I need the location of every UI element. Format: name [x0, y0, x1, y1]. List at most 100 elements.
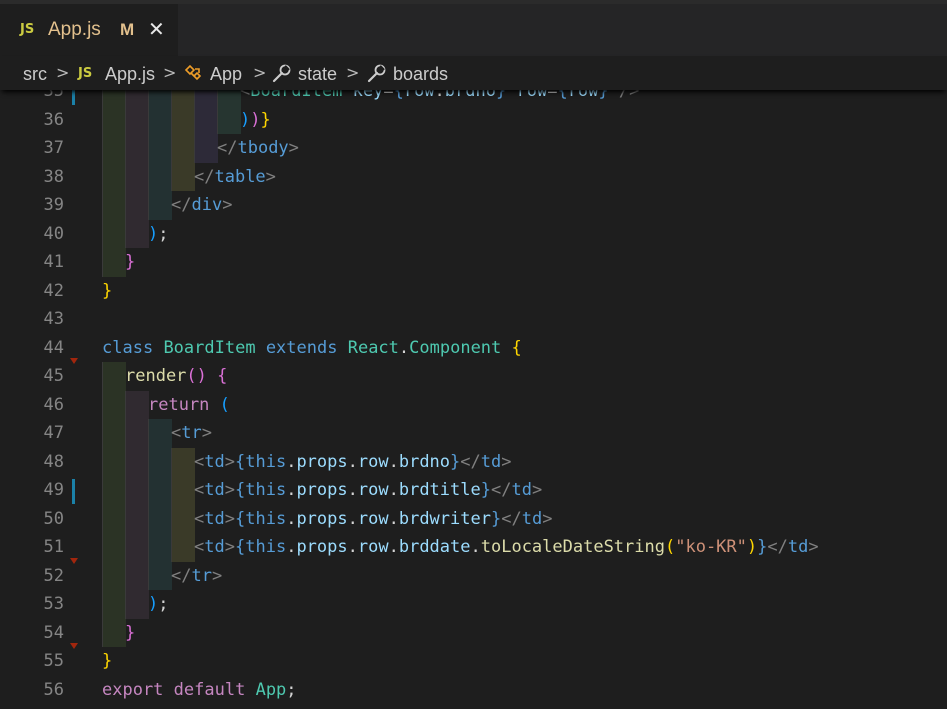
code-line[interactable]: export default App;	[102, 676, 297, 705]
code-token: {	[217, 366, 228, 386]
code-line[interactable]: }	[102, 647, 112, 676]
code-token: td	[787, 537, 809, 557]
code-token: }	[598, 90, 609, 101]
code-token: td	[204, 451, 225, 472]
code-token: )	[746, 537, 758, 557]
code-token: Component	[409, 337, 502, 358]
code-token: </	[501, 508, 522, 529]
code-line[interactable]: class BoardItem extends React.Component …	[102, 334, 522, 363]
code-token: table	[214, 166, 266, 187]
code-token: row	[403, 90, 435, 101]
line-number: 43	[43, 309, 64, 329]
code-token: this	[245, 480, 287, 500]
code-line[interactable]: </table>	[194, 163, 276, 192]
close-tab-icon[interactable]: ✕	[148, 4, 165, 56]
breadcrumb-item-boards[interactable]: boards	[393, 56, 448, 90]
line-number: 39	[43, 195, 64, 215]
code-token: props	[296, 508, 348, 529]
code-token: props	[296, 451, 348, 472]
line-number: 53	[43, 594, 64, 614]
code-line[interactable]: render() {	[125, 362, 227, 391]
tab-app-js[interactable]: JS App.js M ✕	[0, 4, 178, 56]
modified-line-indicator[interactable]	[72, 90, 75, 105]
code-line[interactable]: </div>	[171, 191, 232, 220]
breadcrumb-item-state[interactable]: state	[298, 56, 337, 90]
indent-guide	[125, 90, 149, 248]
breadcrumb-separator: >	[163, 63, 177, 82]
code-token: td	[204, 537, 225, 557]
code-token: )	[148, 223, 159, 244]
code-line[interactable]: }	[125, 248, 135, 277]
code-token: brdtitle	[398, 480, 481, 500]
code-line[interactable]: </tr>	[171, 562, 222, 591]
code-line[interactable]: <td>{this.props.row.brdno}</td>	[194, 448, 512, 477]
code-token: row	[357, 480, 389, 500]
code-token: class	[102, 337, 154, 358]
code-token: brdno	[444, 90, 496, 101]
javascript-file-icon: JS	[20, 22, 35, 37]
indent-guide	[148, 90, 172, 220]
code-token: "ko-KR"	[675, 537, 747, 557]
indent-guide	[217, 90, 241, 134]
deleted-line-indicator[interactable]	[70, 557, 78, 564]
code-token: {	[234, 537, 246, 557]
breadcrumb-item-app[interactable]: App	[210, 56, 242, 90]
code-token: >	[542, 508, 553, 529]
code-token: this	[245, 451, 287, 472]
code-token: }	[480, 480, 491, 500]
code-line[interactable]: <BoardItem key={row.brdno} row={row} />	[240, 90, 639, 106]
code-token: }	[757, 537, 768, 557]
code-token: this	[245, 537, 287, 557]
code-line[interactable]: <td>{this.props.row.brdtitle}</td>	[194, 476, 542, 505]
code-token: .	[388, 537, 399, 557]
code-token: row	[506, 90, 548, 101]
code-token: render	[125, 366, 187, 386]
code-token: extends	[265, 337, 338, 358]
code-token: .	[286, 451, 297, 472]
breadcrumb-item-src[interactable]: src	[23, 56, 47, 90]
code-token: td	[204, 480, 225, 500]
code-token: .	[347, 451, 358, 472]
code-line[interactable]: <td>{this.props.row.brddate.toLocaleDate…	[194, 533, 819, 562]
code-token: .	[347, 480, 358, 500]
code-line[interactable]: }	[102, 277, 112, 306]
code-line[interactable]: );	[148, 220, 169, 249]
code-token: App	[255, 679, 287, 700]
line-number: 56	[43, 679, 64, 700]
code-token: div	[191, 195, 223, 215]
line-number: 47	[43, 423, 64, 443]
modified-line-indicator[interactable]	[72, 479, 75, 504]
line-number: 44	[43, 337, 64, 358]
code-line[interactable]: return (	[148, 391, 230, 420]
code-token: <	[194, 451, 205, 472]
code-token: ;	[286, 679, 297, 700]
wrench-icon	[366, 62, 388, 89]
code-line[interactable]: </tbody>	[217, 134, 299, 163]
code-editor[interactable]: 35 <BoardItem key={row.brdno} row={row} /…	[0, 90, 947, 709]
code-token: export	[102, 679, 164, 700]
code-line[interactable]: );	[148, 590, 169, 619]
code-line[interactable]: }	[125, 619, 135, 648]
code-token: )	[240, 109, 251, 130]
code-token: <	[171, 423, 182, 443]
modified-indicator: M	[120, 20, 135, 39]
code-token: brddate	[398, 537, 471, 557]
code-token: >	[808, 537, 819, 557]
code-token: .	[347, 508, 358, 529]
line-number: 41	[43, 252, 64, 272]
code-line[interactable]: <tr>	[171, 419, 212, 448]
indent-guide	[102, 90, 126, 277]
code-token: />	[608, 90, 640, 101]
code-token: }	[102, 651, 113, 671]
code-token: td	[204, 508, 225, 529]
deleted-line-indicator[interactable]	[70, 643, 78, 649]
breadcrumb-item-app-js[interactable]: App.js	[105, 56, 155, 90]
code-token: BoardItem	[250, 90, 343, 101]
code-line[interactable]: <td>{this.props.row.brdwriter}</td>	[194, 505, 552, 534]
code-line[interactable]: ))}	[240, 106, 271, 135]
deleted-line-indicator[interactable]	[70, 358, 78, 364]
code-token: BoardItem	[163, 337, 256, 358]
